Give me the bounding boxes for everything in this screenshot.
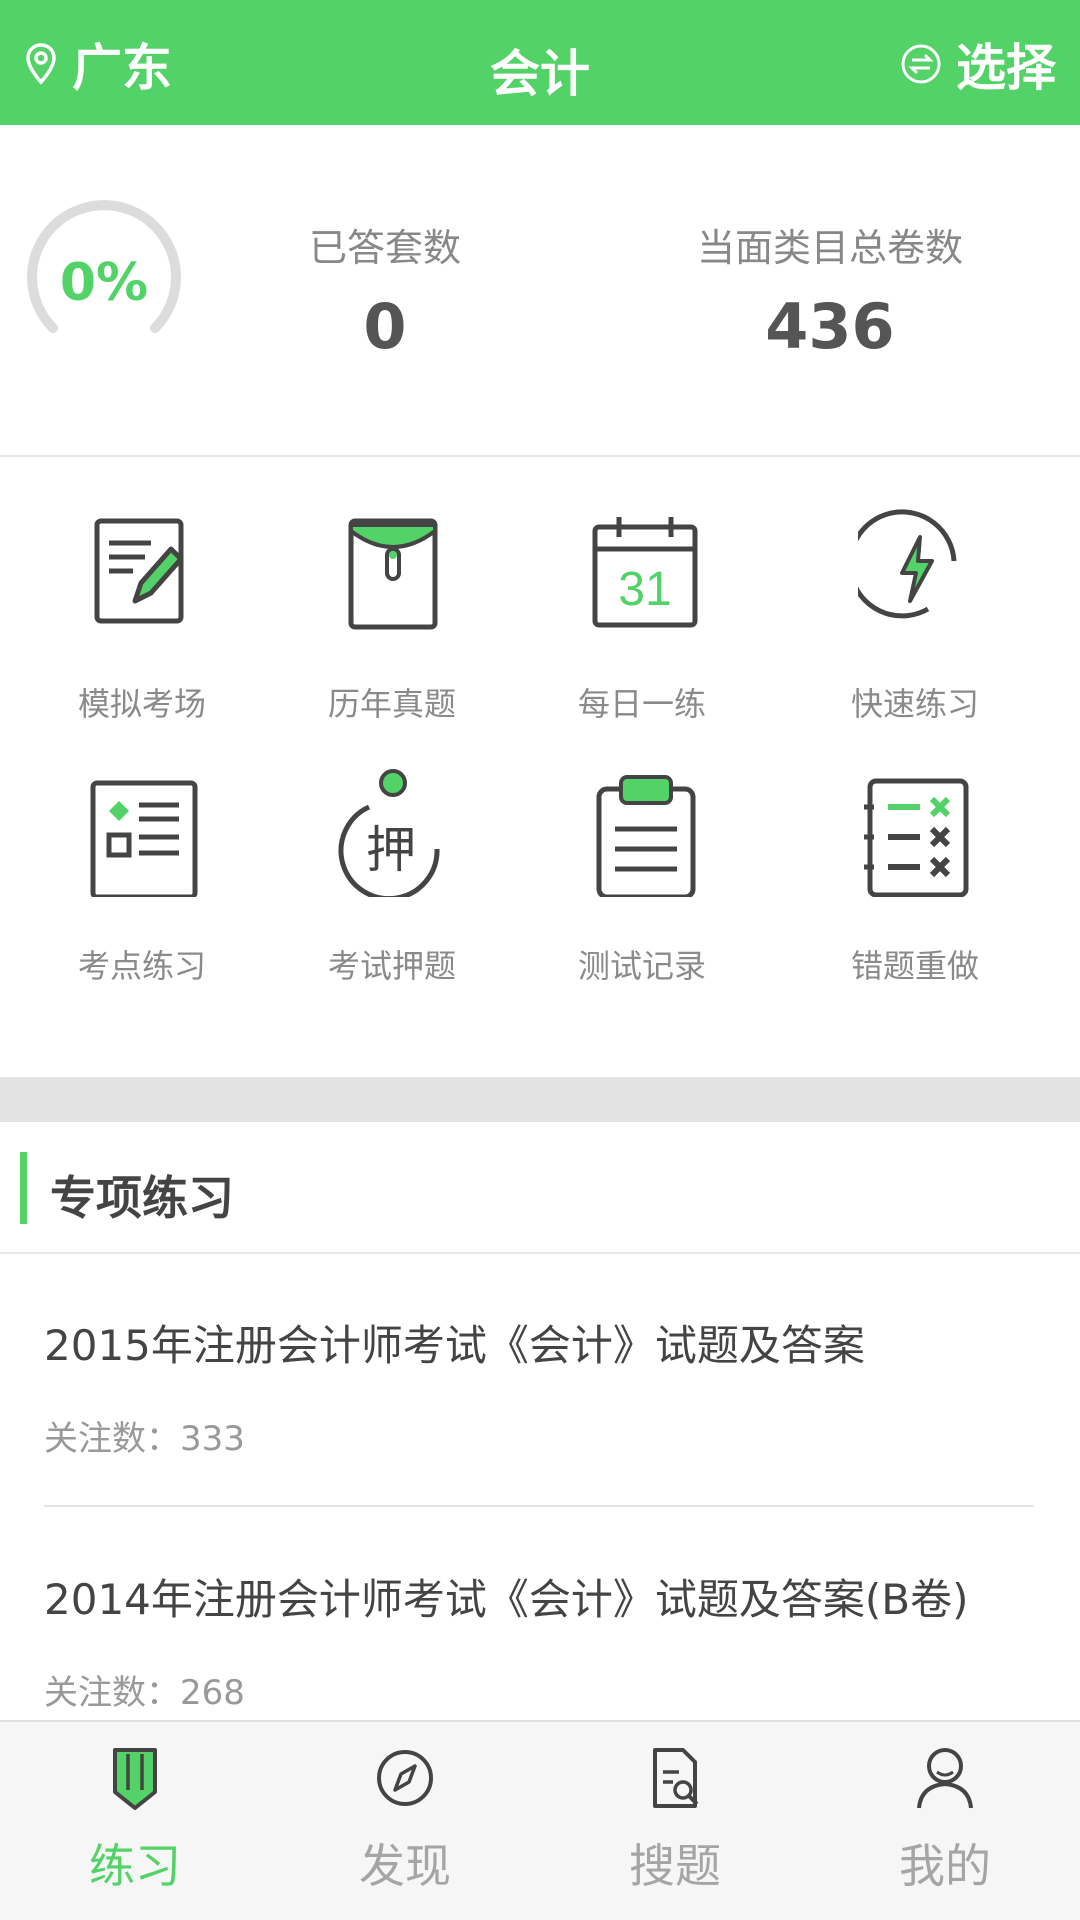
tile-label: 考试押题: [327, 947, 456, 985]
list-item[interactable]: 2014年注册会计师考试《会计》试题及答案(B卷) 关注数：268: [44, 1566, 1034, 1714]
list-item-follow-count: 关注数：268: [44, 1673, 245, 1713]
progress-percent: 0%: [59, 253, 149, 313]
switch-icon: [901, 44, 941, 84]
bottom-nav: 练习 发现 搜题 我的: [0, 1720, 1080, 1920]
answered-stat: 已答套数 0: [280, 217, 490, 363]
nav-item-discover[interactable]: 发现: [270, 1722, 540, 1920]
nav-label: 练习: [89, 1839, 181, 1893]
clipboard-icon: [596, 775, 696, 897]
list-item-title: 2015年注册会计师考试《会计》试题及答案: [44, 1321, 865, 1370]
checklist-icon: [90, 780, 198, 897]
section-title: 专项练习: [50, 1171, 234, 1225]
feature-grid: 模拟考场 历年真题 31 每日一练 快速练习 考点练习 押 考试押题 测试记录 …: [0, 457, 1080, 1077]
tile-key-points[interactable]: 考点练习: [7, 719, 277, 985]
stats-panel: 0% 已答套数 0 当面类目总卷数 436: [0, 125, 1080, 457]
select-label: 选择: [956, 39, 1056, 97]
user-icon: [917, 1748, 973, 1809]
total-label: 当面类目总卷数: [696, 226, 963, 270]
tile-exam-prediction[interactable]: 押 考试押题: [257, 719, 527, 985]
tile-quick-practice[interactable]: 快速练习: [780, 457, 1050, 723]
nav-item-profile[interactable]: 我的: [810, 1722, 1080, 1920]
bet-question-icon: 押: [338, 769, 440, 897]
lightning-icon: [858, 509, 957, 619]
nav-label: 搜题: [629, 1839, 721, 1893]
bet-glyph: 押: [366, 821, 416, 879]
envelope-folder-icon: [348, 518, 438, 630]
calendar-day: 31: [618, 563, 671, 616]
tile-label: 测试记录: [577, 947, 706, 985]
search-document-icon: [653, 1748, 699, 1808]
calendar-icon: 31: [592, 517, 698, 628]
tile-past-papers[interactable]: 历年真题: [257, 457, 527, 723]
top-bar: 广东 会计 选择: [0, 0, 1080, 125]
list-item-follow-count: 关注数：333: [44, 1419, 245, 1459]
list-divider: [44, 1505, 1034, 1507]
nav-label: 发现: [359, 1839, 451, 1893]
section-accent-bar: [20, 1152, 27, 1224]
total-value: 436: [765, 290, 895, 363]
nav-label: 我的: [899, 1839, 991, 1893]
compass-icon: [377, 1750, 433, 1806]
list-item[interactable]: 2015年注册会计师考试《会计》试题及答案 关注数：333: [44, 1312, 1034, 1460]
tile-redo-wrong[interactable]: 错题重做: [780, 719, 1050, 985]
total-stat: 当面类目总卷数 436: [680, 217, 980, 363]
list-item-title: 2014年注册会计师考试《会计》试题及答案(B卷): [44, 1575, 969, 1624]
wrong-questions-icon: [864, 778, 969, 897]
nav-item-practice[interactable]: 练习: [0, 1722, 270, 1920]
tile-label: 考点练习: [77, 947, 206, 985]
tile-daily-practice[interactable]: 31 每日一练: [507, 457, 777, 723]
tile-label: 错题重做: [850, 947, 979, 985]
section-separator: [0, 1077, 1080, 1122]
select-button[interactable]: 选择: [900, 34, 1056, 97]
tile-test-records[interactable]: 测试记录: [507, 719, 777, 985]
exam-pencil-icon: [94, 518, 184, 624]
special-practice-header: 专项练习: [0, 1122, 1080, 1254]
answered-value: 0: [363, 290, 407, 363]
nav-item-search[interactable]: 搜题: [540, 1722, 810, 1920]
pencil-icon: [113, 1748, 157, 1810]
tile-mock-exam[interactable]: 模拟考场: [7, 457, 277, 723]
answered-label: 已答套数: [308, 226, 461, 270]
